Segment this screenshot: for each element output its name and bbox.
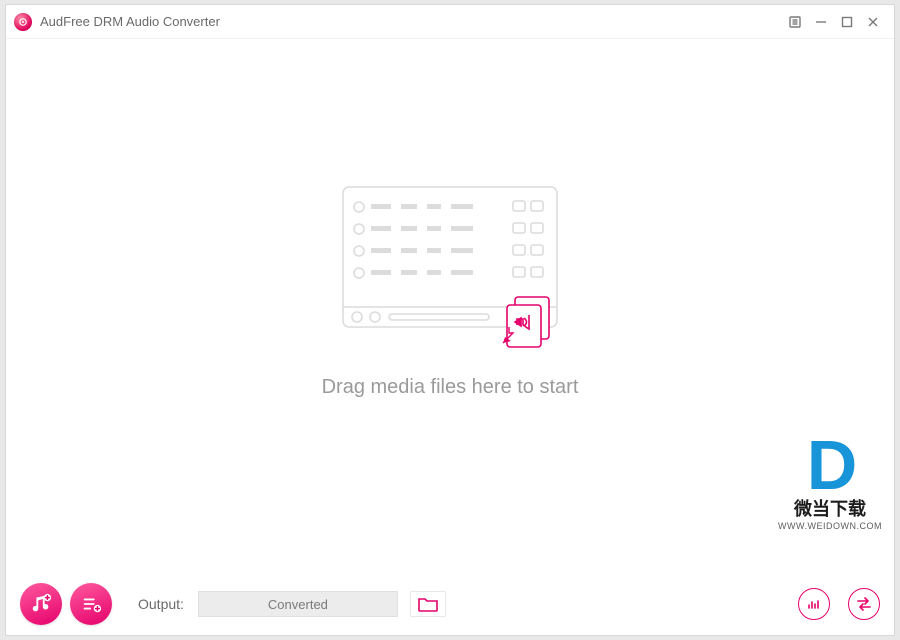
app-logo-icon: [14, 13, 32, 31]
add-list-button[interactable]: [70, 583, 112, 625]
footer-bar: Output: Converted: [6, 579, 894, 635]
output-label: Output:: [138, 596, 184, 612]
titlebar: AudFree DRM Audio Converter: [6, 5, 894, 39]
output-path-value: Converted: [268, 597, 328, 612]
minimize-button[interactable]: [808, 9, 834, 35]
watermark: D 微当下载 WWW.WEIDOWN.COM: [778, 437, 882, 531]
drop-illustration-icon: [335, 179, 565, 354]
output-path-field[interactable]: Converted: [198, 591, 398, 617]
convert-button[interactable]: [848, 588, 880, 620]
close-button[interactable]: [860, 9, 886, 35]
watermark-cn-text: 微当下载: [778, 495, 882, 521]
watermark-logo: D: [778, 437, 882, 493]
add-music-button[interactable]: [20, 583, 62, 625]
app-title: AudFree DRM Audio Converter: [40, 14, 220, 29]
watermark-url-text: WWW.WEIDOWN.COM: [778, 521, 882, 531]
drop-zone[interactable]: Drag media files here to start D 微当下载 WW…: [6, 39, 894, 579]
drop-hint-text: Drag media files here to start: [322, 376, 579, 399]
format-settings-button[interactable]: [798, 588, 830, 620]
menu-button[interactable]: [782, 9, 808, 35]
app-window: AudFree DRM Audio Converter: [5, 4, 895, 636]
maximize-button[interactable]: [834, 9, 860, 35]
browse-folder-button[interactable]: [410, 591, 446, 617]
